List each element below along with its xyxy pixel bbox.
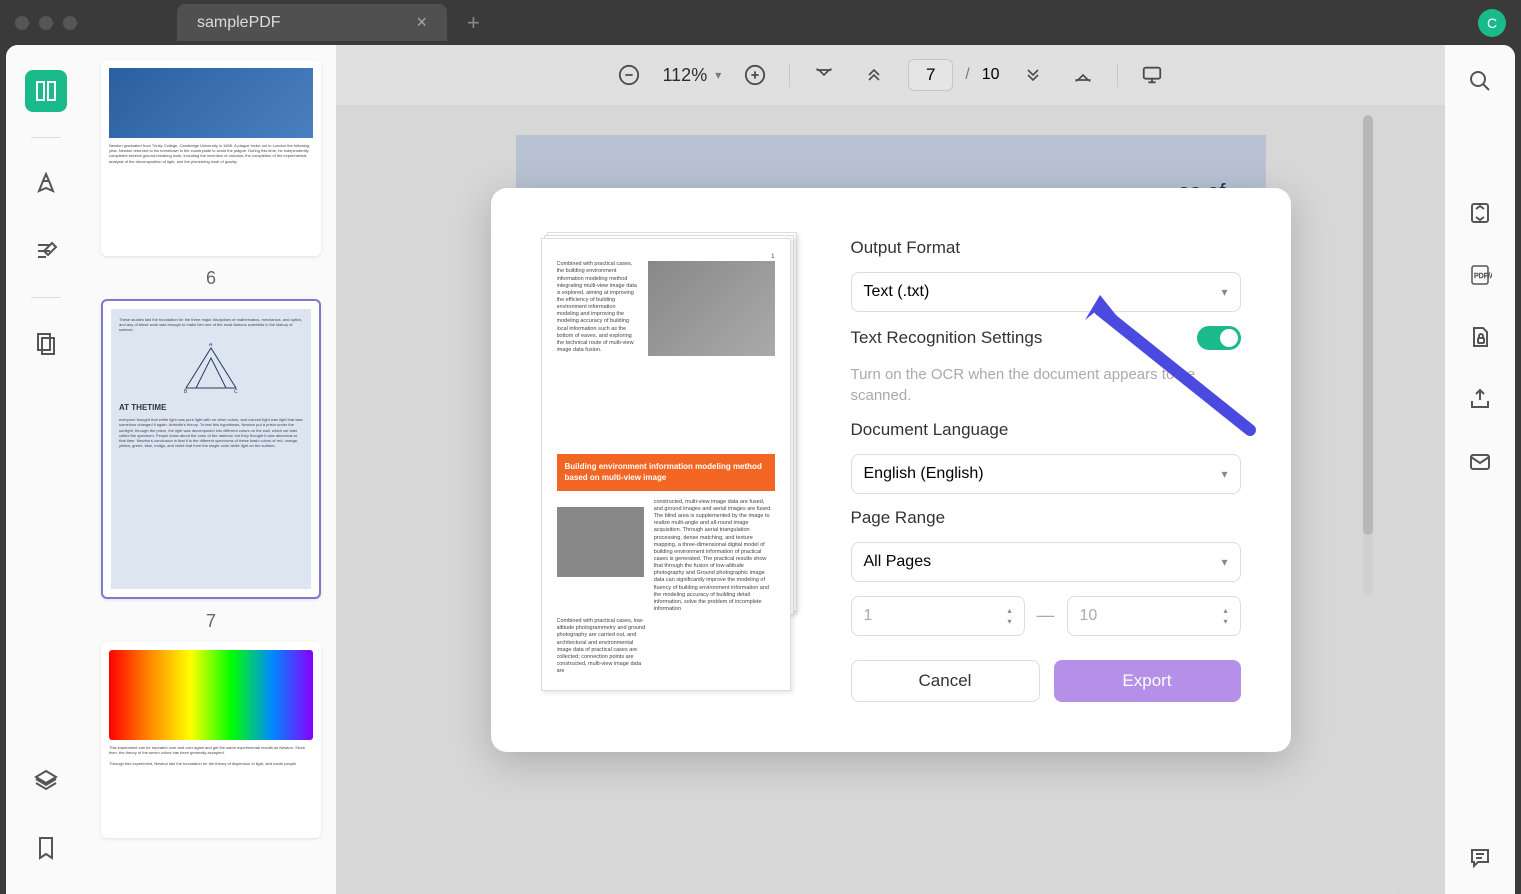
layers-icon[interactable] — [25, 760, 67, 802]
tab-title: samplePDF — [197, 14, 281, 32]
minimize-window-button[interactable] — [39, 16, 53, 30]
thumbnail-num-7: 7 — [101, 611, 321, 632]
bookmark-icon[interactable] — [25, 827, 67, 869]
page-range-label: Page Range — [851, 508, 1241, 528]
ocr-hint: Turn on the OCR when the document appear… — [851, 364, 1241, 406]
lock-file-icon[interactable] — [1464, 321, 1496, 353]
search-icon[interactable] — [1464, 65, 1496, 97]
export-preview: 1 Combined with practical cases, the bui… — [541, 238, 801, 702]
svg-text:PDF/A: PDF/A — [1474, 273, 1492, 280]
range-end-input[interactable]: 10 ▴▾ — [1067, 596, 1241, 636]
output-format-select[interactable]: Text (.txt) — [851, 272, 1241, 312]
stepper-down-icon[interactable]: ▾ — [1223, 617, 1227, 626]
page-range-select[interactable]: All Pages — [851, 542, 1241, 582]
ocr-toggle[interactable] — [1197, 326, 1241, 350]
thumbnail-page-7[interactable]: These studies laid the foundation for th… — [101, 299, 321, 599]
svg-text:A: A — [209, 343, 213, 348]
tab-close-icon[interactable]: × — [416, 12, 427, 33]
language-label: Document Language — [851, 420, 1241, 440]
maximize-window-button[interactable] — [63, 16, 77, 30]
export-dialog: 1 Combined with practical cases, the bui… — [491, 188, 1291, 752]
output-format-label: Output Format — [851, 238, 1241, 258]
svg-text:B: B — [184, 389, 188, 393]
stepper-down-icon[interactable]: ▾ — [1007, 617, 1011, 626]
content-area: 112% ▾ / 10 — [336, 45, 1445, 894]
window-controls — [15, 16, 77, 30]
right-toolbar: PDF/A — [1445, 45, 1515, 894]
thumbnail-page-8[interactable]: This experiment can be repeated over and… — [101, 642, 321, 838]
export-form: Output Format Text (.txt) Text Recogniti… — [851, 238, 1241, 702]
email-icon[interactable] — [1464, 445, 1496, 477]
pdfa-icon[interactable]: PDF/A — [1464, 259, 1496, 291]
range-start-input[interactable]: 1 ▴▾ — [851, 596, 1025, 636]
stepper-up-icon[interactable]: ▴ — [1007, 606, 1011, 615]
language-select[interactable]: English (English) — [851, 454, 1241, 494]
svg-text:C: C — [234, 389, 238, 393]
main-area: Newton graduated from Trinity College, C… — [6, 45, 1515, 894]
stepper-up-icon[interactable]: ▴ — [1223, 606, 1227, 615]
edit-text-icon[interactable] — [25, 230, 67, 272]
titlebar: samplePDF × + C — [0, 0, 1521, 45]
convert-icon[interactable] — [1464, 197, 1496, 229]
pages-icon[interactable] — [25, 323, 67, 365]
ocr-label: Text Recognition Settings — [851, 328, 1043, 348]
left-toolbar — [6, 45, 86, 894]
thumbnail-page-6[interactable]: Newton graduated from Trinity College, C… — [101, 60, 321, 256]
thumbnail-panel[interactable]: Newton graduated from Trinity College, C… — [86, 45, 336, 894]
cancel-button[interactable]: Cancel — [851, 660, 1040, 702]
share-icon[interactable] — [1464, 383, 1496, 415]
export-button[interactable]: Export — [1054, 660, 1241, 702]
modal-overlay: 1 Combined with practical cases, the bui… — [336, 45, 1445, 894]
thumbnail-num-6: 6 — [101, 268, 321, 289]
view-mode-icon[interactable] — [25, 70, 67, 112]
highlighter-icon[interactable] — [25, 163, 67, 205]
document-tab[interactable]: samplePDF × — [177, 4, 447, 41]
close-window-button[interactable] — [15, 16, 29, 30]
new-tab-button[interactable]: + — [467, 10, 480, 36]
comment-icon[interactable] — [1464, 842, 1496, 874]
user-avatar[interactable]: C — [1478, 9, 1506, 37]
